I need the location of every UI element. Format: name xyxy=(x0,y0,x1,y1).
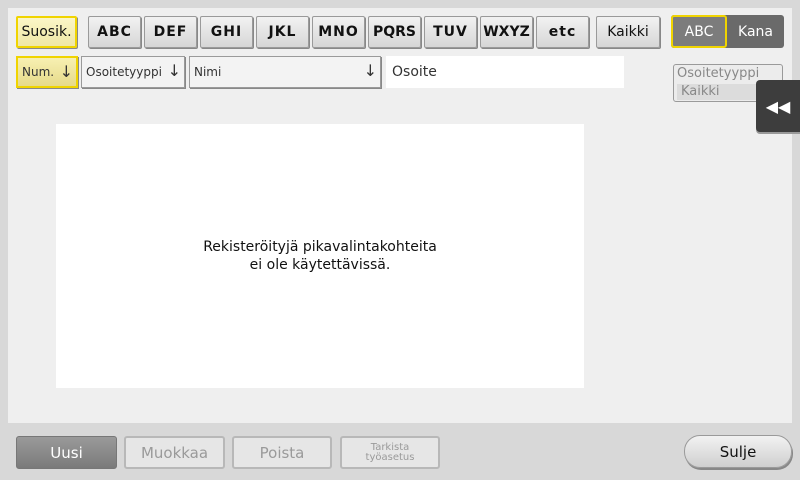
address-list: Rekisteröityjä pikavalintakohteita ei ol… xyxy=(56,124,584,388)
empty-message: Rekisteröityjä pikavalintakohteita ei ol… xyxy=(203,238,437,274)
tab-abc[interactable]: ABC xyxy=(88,16,141,48)
toggle-kana[interactable]: Kana xyxy=(727,15,784,48)
delete-button[interactable]: Poista xyxy=(232,436,332,469)
tab-pqrs[interactable]: PQRS xyxy=(368,16,421,48)
abc-kana-toggle[interactable]: ABC Kana xyxy=(671,15,784,48)
sort-address-type[interactable]: Osoitetyyppi ↓ xyxy=(81,56,185,88)
tab-favorites[interactable]: Suosik. xyxy=(16,16,77,48)
address-column-header: Osoite xyxy=(386,56,624,88)
empty-message-line2: ei ole käytettävissä. xyxy=(249,257,391,273)
tab-jkl[interactable]: JKL xyxy=(256,16,309,48)
sort-name[interactable]: Nimi ↓ xyxy=(189,56,381,88)
sort-name-label: Nimi xyxy=(194,65,222,79)
sort-num[interactable]: Num. ↓ xyxy=(16,56,78,88)
sort-address-type-label: Osoitetyyppi xyxy=(86,65,162,79)
address-type-filter-label: Osoitetyyppi xyxy=(677,66,760,81)
new-button[interactable]: Uusi xyxy=(16,436,117,469)
sort-num-label: Num. xyxy=(22,65,55,79)
double-left-arrow-icon: ◀◀ xyxy=(765,96,791,116)
collapse-panel-button[interactable]: ◀◀ xyxy=(756,80,800,132)
edit-button[interactable]: Muokkaa xyxy=(124,436,225,469)
arrow-down-icon: ↓ xyxy=(167,61,181,80)
tab-all[interactable]: Kaikki xyxy=(596,16,660,48)
check-job-settings-button[interactable]: Tarkista työasetus xyxy=(340,436,440,469)
tab-ghi[interactable]: GHI xyxy=(200,16,253,48)
tab-etc[interactable]: etc xyxy=(536,16,589,48)
arrow-down-icon: ↓ xyxy=(363,61,377,80)
check-line2: työasetus xyxy=(365,451,415,463)
tab-mno[interactable]: MNO xyxy=(312,16,365,48)
tab-wxyz[interactable]: WXYZ xyxy=(480,16,533,48)
close-button[interactable]: Sulje xyxy=(684,435,792,468)
tab-def[interactable]: DEF xyxy=(144,16,197,48)
empty-message-line1: Rekisteröityjä pikavalintakohteita xyxy=(203,239,437,255)
arrow-down-icon: ↓ xyxy=(59,62,73,81)
toggle-abc[interactable]: ABC xyxy=(671,15,727,48)
tab-tuv[interactable]: TUV xyxy=(424,16,477,48)
check-line1: Tarkista xyxy=(370,441,410,453)
